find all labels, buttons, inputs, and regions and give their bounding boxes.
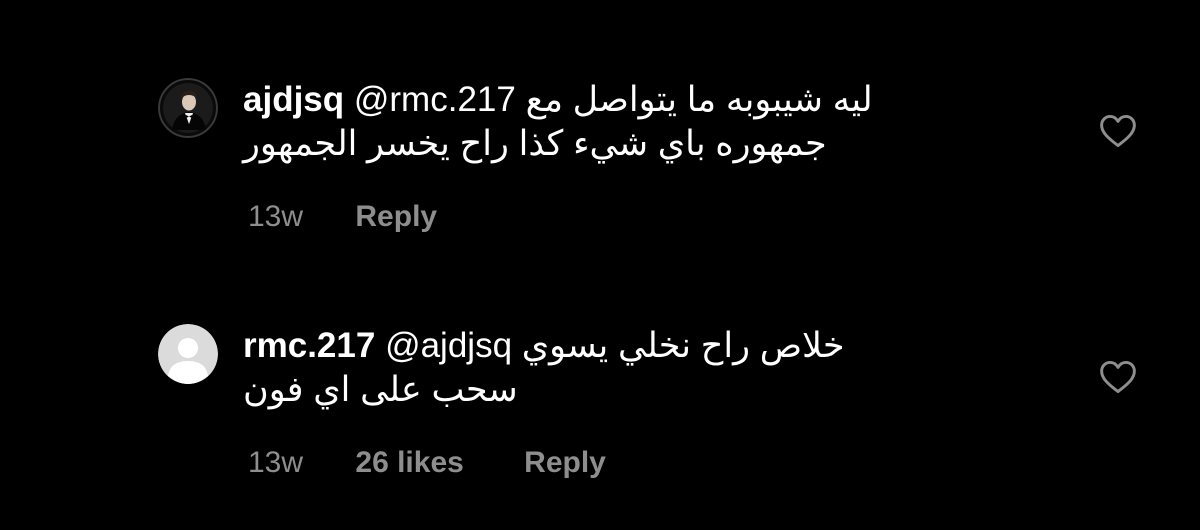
comment-body: ajdjsq @rmc.217 ليه شيبوبه ما يتواصل مع … [243, 78, 1023, 166]
comment-timestamp: 13w [248, 446, 304, 479]
comment-username[interactable]: rmc.217 [243, 326, 375, 365]
reply-button[interactable]: Reply [524, 446, 606, 480]
comment-meta: 13w Reply [248, 200, 437, 234]
comment-line: rmc.217 @ajdjsq خلاص راح نخلي يسوي [243, 324, 1023, 368]
comment-text: جمهوره باي شيء كذا راح يخسر الجمهور [243, 124, 827, 163]
comment-line: جمهوره باي شيء كذا راح يخسر الجمهور [243, 122, 1023, 166]
comment-body: rmc.217 @ajdjsq خلاص راح نخلي يسوي سحب ع… [243, 324, 1023, 412]
reply-button[interactable]: Reply [355, 200, 437, 234]
avatar[interactable] [158, 324, 218, 384]
comment-text: ليه شيبوبه ما يتواصل مع [525, 80, 873, 119]
comment-mention[interactable]: @rmc.217 [354, 80, 516, 119]
default-avatar-icon [158, 324, 218, 384]
heart-outline-icon[interactable] [1098, 358, 1138, 394]
comment-username[interactable]: ajdjsq [243, 80, 344, 119]
comment-text: سحب على اي فون [243, 370, 518, 409]
likes-count[interactable]: 26 likes [355, 446, 463, 480]
profile-photo-icon [158, 78, 218, 138]
avatar[interactable] [158, 78, 218, 138]
comment-line: سحب على اي فون [243, 368, 1023, 412]
heart-outline-icon[interactable] [1098, 112, 1138, 148]
comment-line: ajdjsq @rmc.217 ليه شيبوبه ما يتواصل مع [243, 78, 1023, 122]
comment-meta: 13w 26 likes Reply [248, 446, 606, 480]
comment-mention[interactable]: @ajdjsq [385, 326, 512, 365]
comment-text: خلاص راح نخلي يسوي [521, 326, 845, 365]
comment-timestamp: 13w [248, 200, 304, 233]
